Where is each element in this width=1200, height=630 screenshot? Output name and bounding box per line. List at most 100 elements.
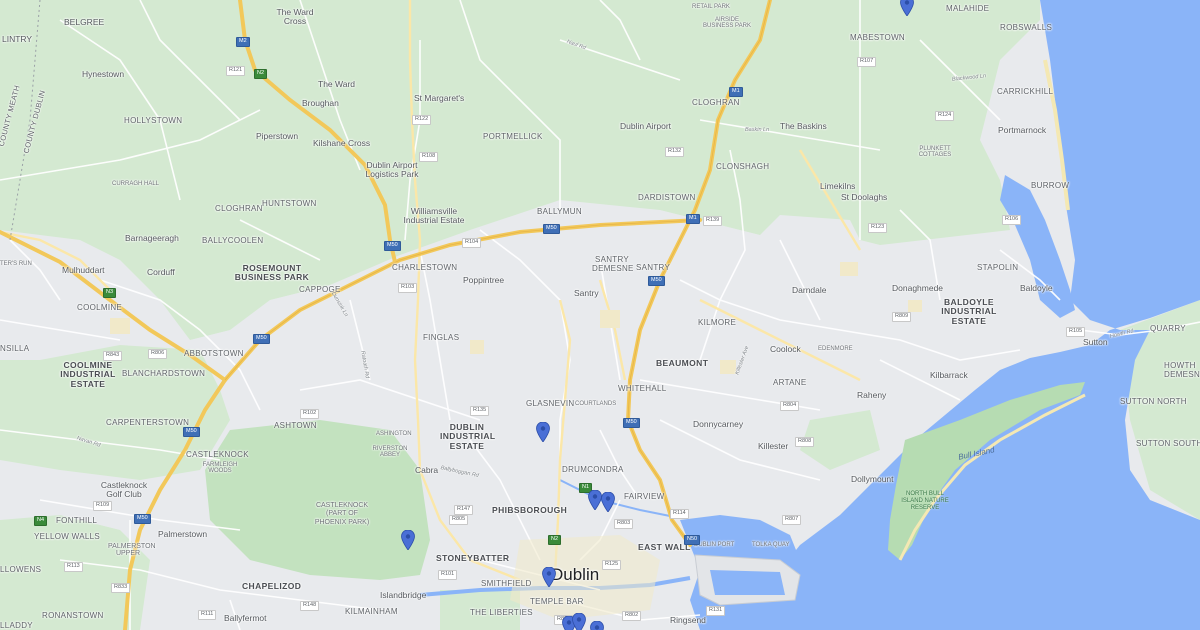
label-carrickhill: CARRICKHILL [997,87,1054,96]
label-curragh-hall: CURRAGH HALL [112,181,160,187]
road-shield-r111: R111 [198,610,217,620]
road-shield-n3: N3 [103,288,117,298]
label-hynestown: Hynestown [82,69,125,79]
pin-drumcondra-1-marker-icon[interactable] [588,490,602,510]
road-shield-m50f: M50 [623,418,640,428]
commercial-patch [110,318,130,334]
pin-phoenix-park-marker-icon[interactable] [401,530,415,550]
label-howth-demesne: HOWTH DEMESNE [1164,361,1200,379]
road-shield-r122: R122 [412,115,432,125]
road-shield-r103: R103 [398,283,418,293]
commercial-patch [840,262,858,276]
road-shield-r105: R105 [1066,327,1086,337]
road-shield-n50: N50 [684,535,701,545]
label-st-margarets: St Margaret's [414,93,465,103]
label-smithfield: SMITHFIELD [481,579,532,588]
pin-malahide-marker-icon[interactable] [900,0,914,16]
label-poppintree: Poppintree [463,275,505,285]
label-lladdy: LLADDY [0,621,33,630]
label-kilbarrack: Kilbarrack [930,370,968,380]
label-palmerstown: Palmerstown [158,529,208,539]
label-mabestown: MABESTOWN [850,33,906,42]
label-ashington: ASHINGTON [376,431,412,437]
road-shield-r107: R107 [857,57,877,67]
road-shield-r102: R102 [300,409,320,419]
label-ashtown: ASHTOWN [274,421,317,430]
label-the-liberties: THE LIBERTIES [470,608,533,617]
road-shield-n2b: N2 [548,535,562,545]
road-shield-r113: R113 [64,562,83,572]
pin-south-2-marker-icon[interactable] [572,613,586,630]
label-donnycarney: Donnycarney [693,419,744,429]
pin-city-centre-marker-icon[interactable] [542,567,556,587]
road-shield-r109: R109 [93,501,113,511]
label-dublin-ie: DUBLIN INDUSTRIAL ESTATE [440,422,496,451]
label-dublin-airport-logistics: Dublin Airport Logistics Park [365,160,419,180]
road-shield-m50a: M50 [543,224,560,234]
road-shield-r148: R148 [300,601,320,611]
road-shield-r135: R135 [470,406,490,416]
road-shield-r132: R132 [665,147,685,157]
road-shield-r809: R809 [892,312,912,322]
label-corduff: Corduff [147,267,175,277]
label-kilmore: KILMORE [698,318,737,327]
road-shield-r806: R806 [148,349,168,359]
road-shield-m2: M2 [236,37,250,47]
label-courtlands: COURTLANDS [575,401,617,407]
road-shield-m50b: M50 [253,334,270,344]
label-blanchardstown: BLANCHARDSTOWN [122,369,206,378]
label-carpenterstown: CARPENTERSTOWN [106,418,190,427]
label-santry-demesne: SANTRY DEMESNE [592,255,634,273]
road-shield-r123: R123 [868,223,888,233]
label-dollymount: Dollymount [851,474,894,484]
road-shield-r139: R139 [703,216,723,226]
label-ballycoolen: BALLYCOOLEN [202,236,264,245]
label-ronanstown: RONANSTOWN [42,611,104,620]
label-ringsend: Ringsend [670,615,706,625]
road-shield-r833: R833 [111,583,131,593]
label-riverston: RIVERSTON ABBEY [372,446,408,458]
label-fonthill: FONTHILL [56,516,98,525]
road-shield-r101: R101 [438,570,458,580]
label-fairview: FAIRVIEW [624,492,665,501]
pin-glasnevin-marker-icon[interactable] [536,422,550,442]
label-the-ward-cross: The Ward Cross [276,7,314,26]
road-shield-r808: R808 [795,437,815,447]
label-yellow-walls: YELLOW WALLS [34,532,100,541]
label-st-doolaghs: St Doolaghs [841,192,888,202]
port-basin [710,570,785,595]
commercial-patch [600,310,620,328]
label-dardistown: DARDISTOWN [638,193,696,202]
label-williamsville: Williamsville Industrial Estate [403,206,465,226]
label-phibsborough: PHIBSBOROUGH [492,505,568,515]
label-barnageeragh: Barnageeragh [125,233,179,243]
label-glasnevin: GLASNEVIN [526,399,575,408]
label-clonshagh: CLONSHAGH [716,162,770,171]
road-shield-r121: R121 [226,66,246,76]
pin-south-3-marker-icon[interactable] [590,621,604,630]
label-whitehall: WHITEHALL [618,384,667,393]
label-palmerston-upper: PALMERSTON UPPER [108,543,156,557]
label-tolka-quay: TOLKA QUAY [752,542,790,548]
label-retail-park: RETAIL PARK [692,4,730,10]
commercial-patch [908,300,922,312]
label-coolmine: COOLMINE [77,303,123,312]
label-drumcondra: DRUMCONDRA [562,465,624,474]
label-malahide: MALAHIDE [946,4,990,13]
pin-drumcondra-2-marker-icon[interactable] [601,492,615,512]
map-view[interactable]: BELGREE LINTRY The Ward Cross The Ward H… [0,0,1200,630]
road-shield-r843: R843 [103,351,123,361]
road-shield-r131: R131 [706,606,726,616]
label-hollystown: HOLLYSTOWN [124,116,183,125]
label-llowens: LLOWENS [0,565,42,574]
label-mulhuddart: Mulhuddart [62,265,105,275]
label-plunkett: PLUNKETT COTTAGES [918,146,952,158]
label-castleknock-park: CASTLEKNOCK (PART OF PHOENIX PARK) [314,502,370,526]
label-piperstown: Piperstown [256,131,299,141]
label-santry-caps: SANTRY [636,263,671,272]
road-shield-r807: R807 [782,515,802,525]
label-stoneybatter: STONEYBATTER [436,553,510,563]
label-cloghran-west: CLOGHRAN [215,204,263,213]
label-edenmore: EDENMORE [818,346,853,352]
label-quarry: QUARRY [1150,324,1186,333]
